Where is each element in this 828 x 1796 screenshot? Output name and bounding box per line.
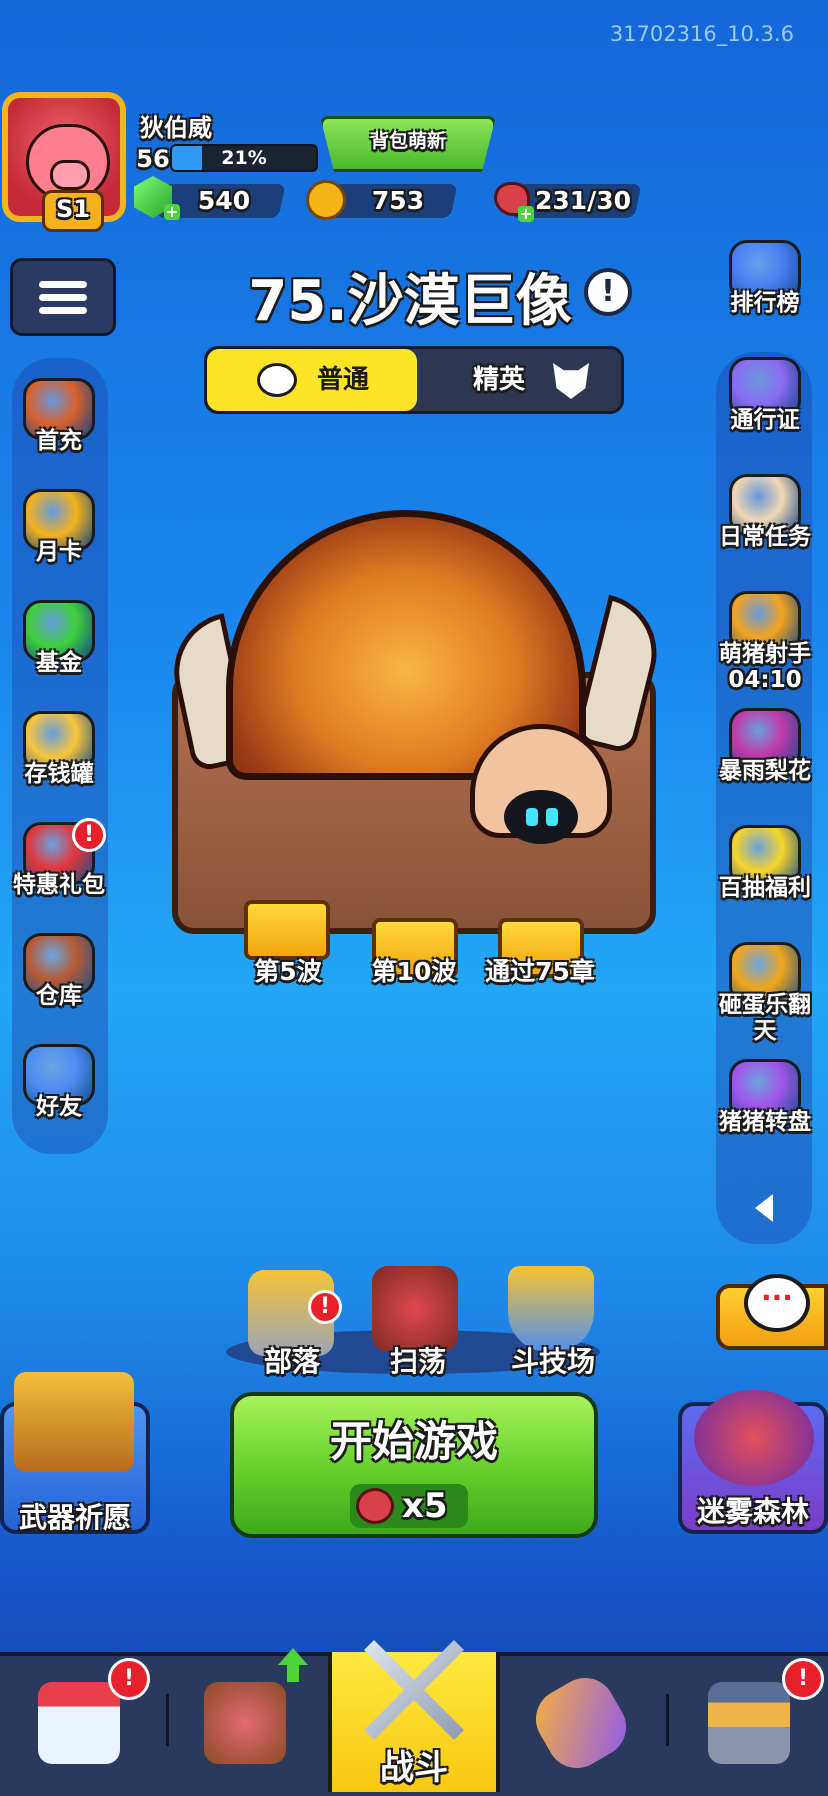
arena-label: 斗技场: [510, 1345, 595, 1378]
weapon-wish-label: 武器祈愿: [18, 1501, 131, 1534]
coin-icon: [306, 180, 346, 220]
right-menu-item[interactable]: 砸蛋乐翻天: [710, 942, 820, 1044]
elite-skull-icon: [553, 363, 589, 399]
battle-tab-label: 战斗: [380, 1748, 448, 1788]
misty-forest-label: 迷雾森林: [696, 1495, 809, 1528]
left-menu-item[interactable]: 仓库: [4, 933, 114, 1009]
stage-title: 75.沙漠巨像: [248, 269, 572, 334]
coin-count: 753: [371, 186, 425, 215]
left-menu-item[interactable]: 存钱罐: [4, 711, 114, 787]
newbie-button[interactable]: 背包萌新: [320, 116, 496, 172]
stamina-count: 231/30: [534, 186, 632, 215]
left-menu-item[interactable]: 特惠礼包!: [4, 818, 114, 898]
stage-info-button[interactable]: !: [584, 268, 632, 316]
xp-percent: 21%: [221, 147, 267, 169]
right-menu-item-label: 排行榜: [730, 290, 800, 316]
left-menu-item-label: 基金: [36, 650, 82, 676]
mode-normal-label: 普通: [317, 365, 370, 395]
mode-normal-tab[interactable]: 普通: [207, 349, 417, 411]
gem-count: 540: [197, 186, 251, 215]
menu-line: [39, 281, 87, 288]
start-game-label: 开始游戏: [329, 1417, 498, 1466]
season-badge: S1: [42, 190, 104, 232]
menu-line: [39, 307, 87, 314]
left-menu-item-label: 首充: [36, 428, 82, 454]
player-name: 狄伯威: [140, 114, 212, 142]
player-avatar[interactable]: S1: [2, 92, 126, 232]
collapse-arrow-icon[interactable]: [755, 1194, 773, 1222]
left-menu-item-label: 好友: [36, 1094, 82, 1120]
left-menu-item[interactable]: 好友: [4, 1044, 114, 1120]
reward-label-chapter: 通过75章: [485, 957, 595, 986]
right-menu-item[interactable]: 日常任务: [710, 474, 820, 550]
meat-cost-icon: [356, 1488, 394, 1524]
weapon-chest-icon: [14, 1372, 134, 1472]
right-menu-item-label: 百抽福利: [719, 875, 811, 901]
right-menu-item[interactable]: 猪猪转盘: [710, 1059, 820, 1135]
left-menu-item-label: 存钱罐: [24, 761, 94, 787]
right-menu-item[interactable]: 通行证: [710, 357, 820, 433]
left-menu-item-label: 特惠礼包: [13, 872, 105, 898]
base-building-icon[interactable]: [708, 1682, 790, 1764]
shop-icon[interactable]: [38, 1682, 120, 1764]
right-menu-item-label: 暴雨梨花: [719, 758, 811, 784]
left-menu-item[interactable]: 月卡: [4, 489, 114, 565]
hamburger-menu-button[interactable]: [10, 258, 116, 336]
left-menu-item-label: 月卡: [36, 539, 82, 565]
version-label: 31702316_10.3.6: [609, 22, 794, 46]
mode-elite-label: 精英: [473, 365, 526, 395]
creature-face-icon: [504, 790, 578, 844]
pig-face-icon: [257, 363, 297, 397]
wizard-pig-icon: [694, 1390, 814, 1486]
reward-label-wave5: 第5波: [254, 957, 322, 986]
reward-chest-icon[interactable]: [244, 900, 330, 960]
start-cost-label: x5: [402, 1486, 448, 1526]
tribe-label: 部落: [263, 1345, 320, 1378]
left-menu-item[interactable]: 首充: [4, 378, 114, 454]
creature-eye-icon: [546, 808, 558, 826]
right-menu-item-label: 通行证: [730, 407, 800, 433]
left-menu-item-label: 仓库: [36, 983, 82, 1009]
right-menu-item-label: 日常任务: [719, 524, 811, 550]
player-level: 56: [136, 145, 170, 173]
nav-divider: [666, 1694, 669, 1746]
base-alert-badge: !: [782, 1658, 824, 1700]
left-menu-item[interactable]: 基金: [4, 600, 114, 676]
tribe-alert-badge: !: [308, 1290, 342, 1324]
right-menu-item-timer: 04:10: [728, 667, 802, 693]
creature-eye-icon: [526, 808, 538, 826]
right-menu-item[interactable]: 排行榜: [710, 240, 820, 316]
nav-divider: [166, 1694, 169, 1746]
difficulty-switch: 普通 精英: [204, 346, 624, 414]
sweep-label: 扫荡: [389, 1345, 446, 1378]
right-menu-item[interactable]: 暴雨梨花: [710, 708, 820, 784]
mode-elite-tab[interactable]: 精英: [417, 349, 621, 411]
menu-line: [39, 294, 87, 301]
pig-snout-icon: [50, 160, 90, 190]
right-menu-item[interactable]: 百抽福利: [710, 825, 820, 901]
left-menu-item-alert-badge: !: [72, 818, 106, 852]
right-menu-item-label: 猪猪转盘: [719, 1109, 811, 1135]
shop-alert-badge: !: [108, 1658, 150, 1700]
right-menu-item-label: 砸蛋乐翻天: [719, 992, 811, 1044]
reward-label-wave10: 第10波: [371, 957, 457, 986]
chat-bubble-icon: ···: [744, 1274, 810, 1332]
right-menu-item[interactable]: 萌猪射手 04:10: [710, 591, 820, 693]
right-menu-item-label: 萌猪射手: [719, 641, 811, 667]
gear-bag-icon[interactable]: [204, 1682, 286, 1764]
